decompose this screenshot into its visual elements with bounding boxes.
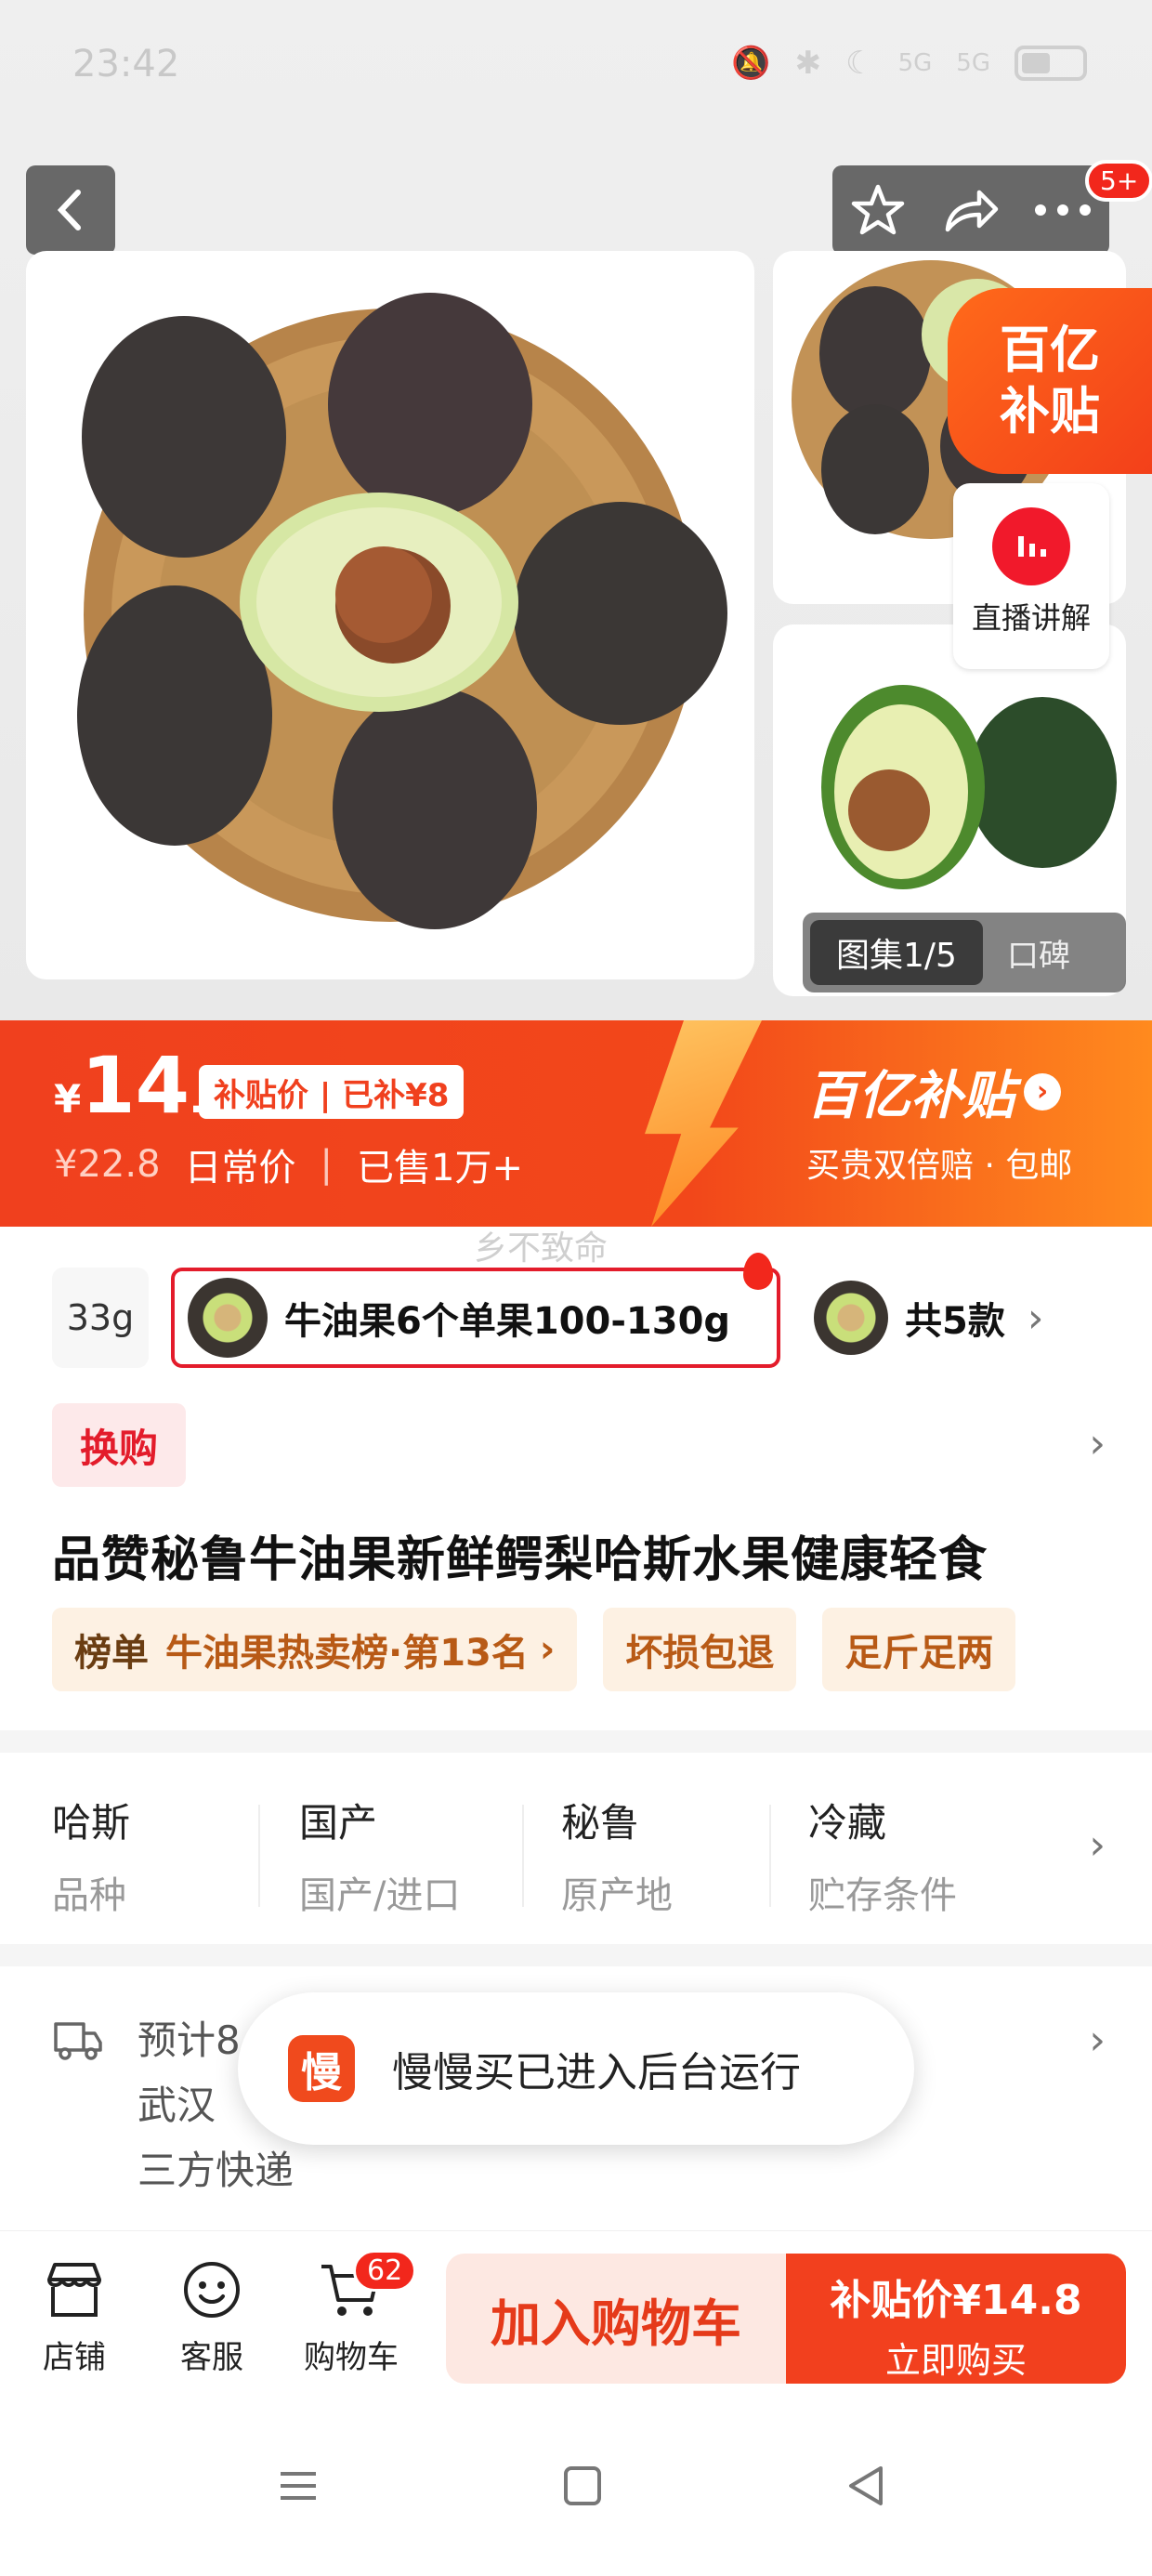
review-tab[interactable]: 口碑: [1007, 930, 1070, 976]
billion-subsidy-badge[interactable]: 百亿 补贴: [948, 288, 1152, 474]
subsidy-brand-link[interactable]: 百亿补贴 › 买贵双倍赔 · 包邮: [806, 1054, 1122, 1187]
damage-refund-tag[interactable]: 坏损包退: [603, 1608, 797, 1691]
full-weight-tag[interactable]: 足斤足两: [822, 1608, 1016, 1691]
spec-storage: 冷藏 贮存条件: [808, 1800, 957, 1917]
battery-icon: [1015, 46, 1087, 81]
more-icon[interactable]: [1033, 201, 1093, 219]
spec-separator: [769, 1805, 771, 1907]
section-divider: [0, 1944, 1152, 1966]
status-time: 23:42: [72, 43, 180, 85]
chevron-right-icon: ›: [1027, 1294, 1044, 1342]
original-price: ¥22.8: [54, 1143, 161, 1186]
subsidy-price-tag: 补贴价 | 已补¥8: [199, 1065, 465, 1119]
buy-now-button[interactable]: 补贴价¥14.8 立即购买: [786, 2254, 1126, 2384]
share-icon[interactable]: [940, 183, 1000, 237]
sku-more-button[interactable]: 共5款 ›: [801, 1268, 1117, 1368]
hot-flame-icon: [743, 1253, 773, 1290]
chevron-right-icon: ›: [1024, 1072, 1061, 1111]
product-title: 品赞秘鲁牛油果新鲜鳄梨哈斯水果健康轻食: [52, 1532, 988, 1588]
price-banner: ¥ 14 .8 补贴价 | 已补¥8 ¥22.8 日常价 | 已售1万+ 百亿补…: [0, 1020, 1152, 1227]
smile-icon: [184, 2262, 240, 2318]
chevron-right-icon: ›: [1089, 2017, 1106, 2064]
brand-label: 百亿补贴: [806, 1066, 1015, 1126]
gallery-counter[interactable]: 图集1/5: [810, 920, 983, 985]
spec-origin: 秘鲁 原产地: [561, 1800, 673, 1917]
cart-button[interactable]: 62 购物车: [295, 2250, 417, 2377]
mute-icon: 🔕: [731, 45, 771, 82]
section-divider: [0, 1730, 1152, 1753]
sku-thumbnail: [814, 1281, 888, 1355]
spec-separator: [258, 1805, 260, 1907]
add-to-cart-button[interactable]: 加入购物车: [446, 2254, 786, 2384]
truck-icon: [54, 2022, 102, 2060]
menu-icon[interactable]: [275, 2463, 321, 2509]
home-icon[interactable]: [561, 2463, 604, 2509]
bluetooth-icon: ✱: [794, 45, 822, 82]
live-explanation-button[interactable]: 直播讲解: [953, 483, 1109, 669]
background-toast: 慢 慢慢买已进入后台运行: [238, 1992, 914, 2145]
notification-badge: 5+: [1085, 160, 1152, 202]
product-specs[interactable]: 哈斯 品种 国产 国产/进口 秘鲁 原产地 冷藏 贮存条件 ›: [0, 1756, 1152, 1942]
chevron-right-icon: ›: [1089, 1821, 1106, 1869]
brand-subtitle: 买贵双倍赔 · 包邮: [806, 1147, 1073, 1185]
sku-thumbnail: [188, 1278, 268, 1358]
main-product-image[interactable]: [26, 251, 754, 979]
lightning-decoration: [645, 1020, 762, 1227]
spec-origin-type: 国产 国产/进口: [299, 1800, 461, 1917]
sku-option-prev[interactable]: 33g: [52, 1268, 149, 1368]
chevron-right-icon[interactable]: ›: [1089, 1420, 1106, 1467]
app-icon: 慢: [288, 2035, 355, 2102]
price-details: ¥22.8 日常价 | 已售1万+: [54, 1137, 523, 1191]
product-gallery-area: 23:42 🔕 ✱ ☾ 5G 5G 5+ 百亿 补贴 直播讲解 图集1/5 口碑: [0, 0, 1152, 1022]
avocado-basket-image: [77, 293, 727, 929]
separator: |: [320, 1143, 333, 1186]
exchange-purchase-tag[interactable]: 换购: [52, 1403, 186, 1487]
delivery-location: 武汉: [137, 2083, 216, 2128]
shop-icon: [47, 2263, 101, 2317]
chevron-left-icon: [57, 190, 81, 230]
spec-separator: [522, 1805, 524, 1907]
shop-button[interactable]: 店铺: [19, 2259, 130, 2377]
moon-icon: ☾: [845, 45, 874, 82]
rank-tag[interactable]: 榜单 牛油果热卖榜·第13名 ›: [52, 1608, 578, 1691]
product-tags: 榜单 牛油果热卖榜·第13名 › 坏损包退 足斤足两: [52, 1608, 1016, 1691]
gallery-pill: 图集1/5 口碑: [803, 913, 1126, 992]
sku-option-selected[interactable]: 牛油果6个单果100-130g: [171, 1268, 780, 1368]
back-button[interactable]: [26, 165, 115, 255]
sold-count: 已售1万+: [357, 1147, 523, 1189]
live-icon: [992, 507, 1070, 585]
cart-count-badge: 62: [353, 2250, 417, 2292]
status-bar: 23:42 🔕 ✱ ☾ 5G 5G: [0, 0, 1152, 139]
sku-selector: 33g 牛油果6个单果100-130g 共5款 ›: [0, 1253, 1152, 1377]
sku-count-label: 共5款: [905, 1300, 1005, 1343]
system-navigation-bar: [0, 2435, 1152, 2576]
star-icon[interactable]: [849, 181, 907, 239]
spec-variety: 哈斯 品种: [52, 1800, 131, 1917]
sku-label: 牛油果6个单果100-130g: [284, 1300, 731, 1343]
delivery-estimate: 预计8: [137, 2017, 241, 2063]
signal-icon: 5G: [897, 49, 933, 77]
top-actions: [832, 165, 1109, 255]
customer-service-button[interactable]: 客服: [156, 2259, 268, 2377]
chevron-right-icon: ›: [539, 1628, 556, 1671]
live-label: 直播讲解: [971, 600, 1091, 636]
bottom-action-bar: 店铺 客服 62 购物车 加入购物车 补贴价¥14.8 立即购买: [0, 2230, 1152, 2416]
signal-icon-2: 5G: [956, 49, 990, 77]
toast-message: 慢慢买已进入后台运行: [392, 2049, 801, 2096]
back-nav-icon[interactable]: [844, 2463, 888, 2509]
daily-price-label: 日常价: [184, 1147, 296, 1189]
delivery-carrier: 三方快递: [137, 2148, 295, 2193]
status-icons: 🔕 ✱ ☾ 5G 5G: [731, 45, 1087, 82]
